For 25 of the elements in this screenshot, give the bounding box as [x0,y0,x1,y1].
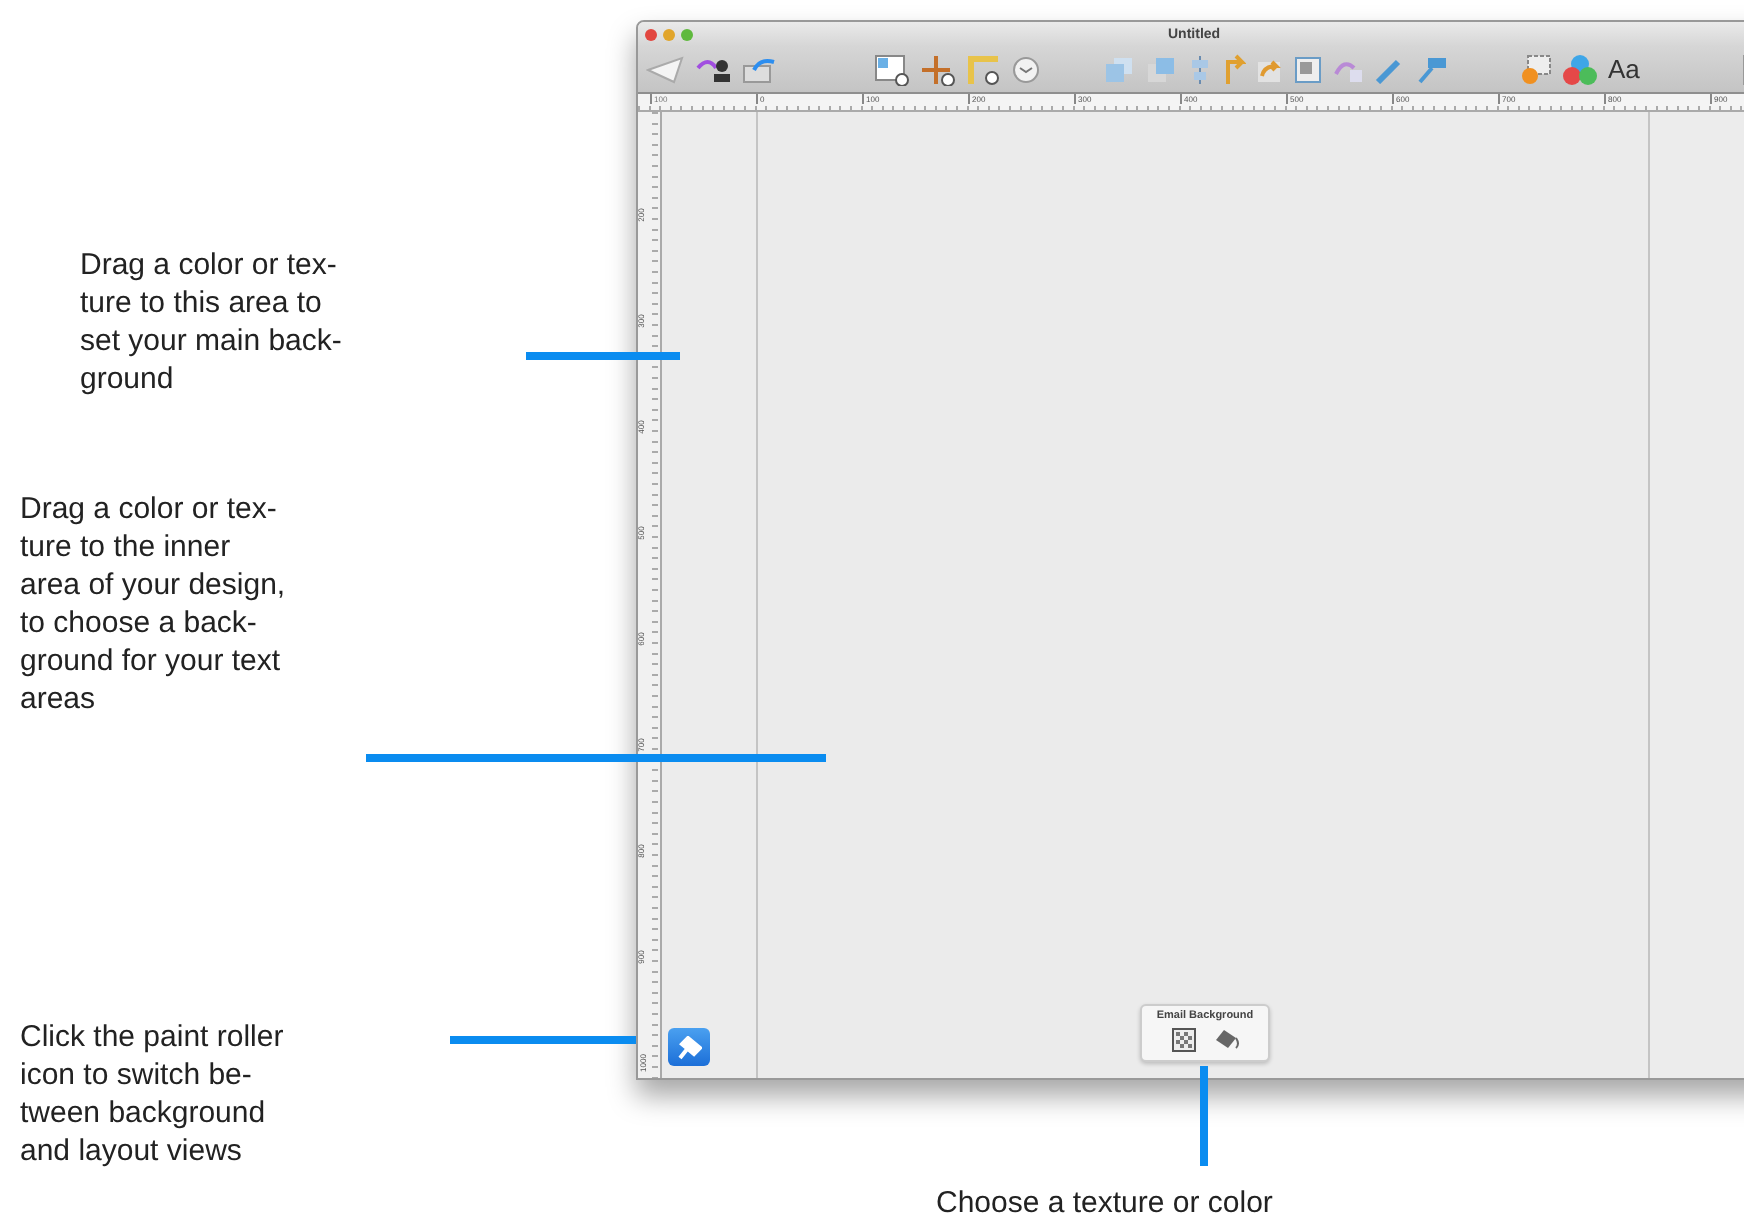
texture-icon[interactable] [1171,1028,1195,1052]
callout-text: Click the paint roller icon to switch be- tween background and layout views [20,1018,284,1170]
roller-icon[interactable] [1416,55,1448,83]
arrow-icon[interactable] [1222,53,1246,85]
font-label[interactable]: Aa [1608,54,1640,84]
share-icon[interactable] [742,55,778,83]
layout-icon[interactable] [874,53,910,85]
layers-icon[interactable] [1146,55,1178,83]
callout-text: Drag a color or tex- ture to the inner area of your design, to choose a back- ground for your text areas [20,490,286,718]
paper-plane-icon[interactable] [646,55,686,83]
callout-text: Drag a color or tex- ture to this area to set your main back- ground [80,246,342,398]
align-icon[interactable] [1188,53,1212,85]
arrow-icon[interactable] [1256,55,1284,83]
crosshair-icon[interactable] [920,53,956,85]
squares-icon[interactable] [1294,55,1322,83]
layers-icon[interactable] [1104,55,1136,83]
clock-icon[interactable] [1012,55,1040,83]
paint-roller-icon [677,1035,701,1059]
color-circles-icon[interactable] [1562,53,1598,85]
ruler-icon[interactable] [966,53,1002,85]
window-controls-icon[interactable] [644,27,696,41]
person-icon[interactable] [696,55,732,83]
paint-roller-button[interactable] [668,1028,710,1066]
callout-text: Choose a texture or color [936,1184,1273,1222]
paint-bucket-icon[interactable] [1213,1028,1239,1050]
